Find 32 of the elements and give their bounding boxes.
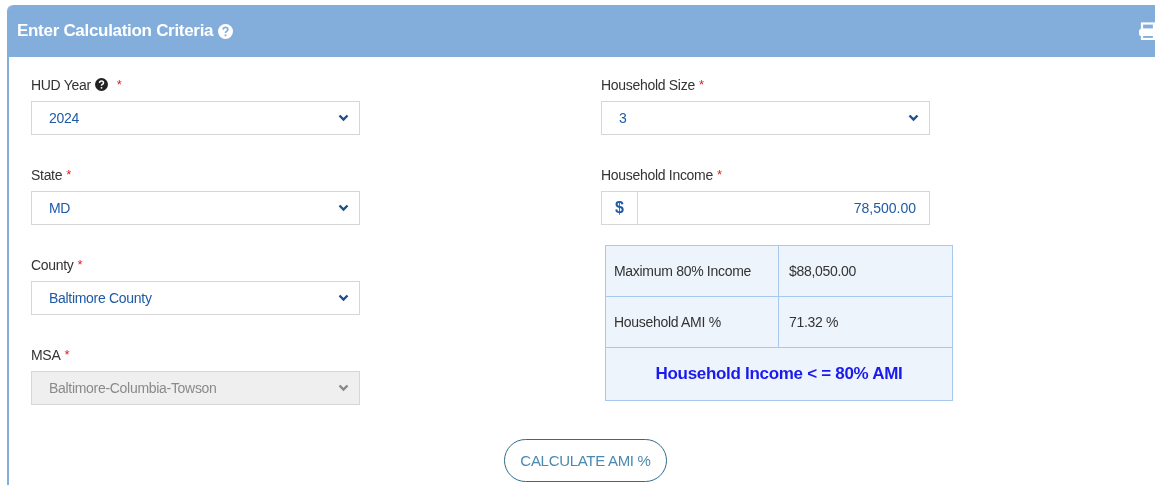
required-mark: * bbox=[698, 77, 704, 92]
field-label: MSA bbox=[31, 346, 61, 363]
chevron-icon bbox=[338, 294, 349, 302]
printer-icon[interactable] bbox=[1138, 22, 1155, 40]
required-mark: * bbox=[716, 167, 722, 182]
select-field[interactable]: 2024 bbox=[31, 101, 360, 135]
calculate-button[interactable]: CALCULATE AMI % bbox=[504, 439, 667, 482]
table-cell: Maximum 80% Income bbox=[605, 245, 779, 297]
required-mark: * bbox=[64, 347, 70, 362]
required-mark: * bbox=[66, 167, 72, 182]
chevron-icon bbox=[338, 384, 349, 392]
table-cell: 71.32 % bbox=[778, 296, 953, 348]
select-field[interactable]: Baltimore County bbox=[31, 281, 360, 315]
field-label: Household Size bbox=[601, 76, 695, 93]
required-mark: * bbox=[116, 77, 122, 92]
income-field[interactable]: 78,500.00 bbox=[637, 191, 930, 225]
table-cell: Household AMI % bbox=[605, 296, 779, 348]
chevron-icon bbox=[338, 204, 349, 212]
field-label: HUD Year bbox=[31, 76, 91, 93]
field-label: State bbox=[31, 166, 63, 183]
help-icon[interactable] bbox=[94, 78, 108, 91]
select-field[interactable]: 3 bbox=[601, 101, 930, 135]
result-verdict: Household Income < = 80% AMI bbox=[605, 347, 953, 401]
select-field[interactable]: MD bbox=[31, 191, 360, 225]
panel-title: Enter Calculation Criteria bbox=[17, 21, 214, 41]
field-label: County bbox=[31, 256, 74, 273]
chevron-icon bbox=[908, 114, 919, 122]
required-mark: * bbox=[77, 257, 83, 272]
field-label: Household Income bbox=[601, 166, 713, 183]
table-cell: $88,050.00 bbox=[778, 245, 953, 297]
chevron-icon bbox=[338, 114, 349, 122]
currency-prefix: $ bbox=[601, 191, 637, 225]
